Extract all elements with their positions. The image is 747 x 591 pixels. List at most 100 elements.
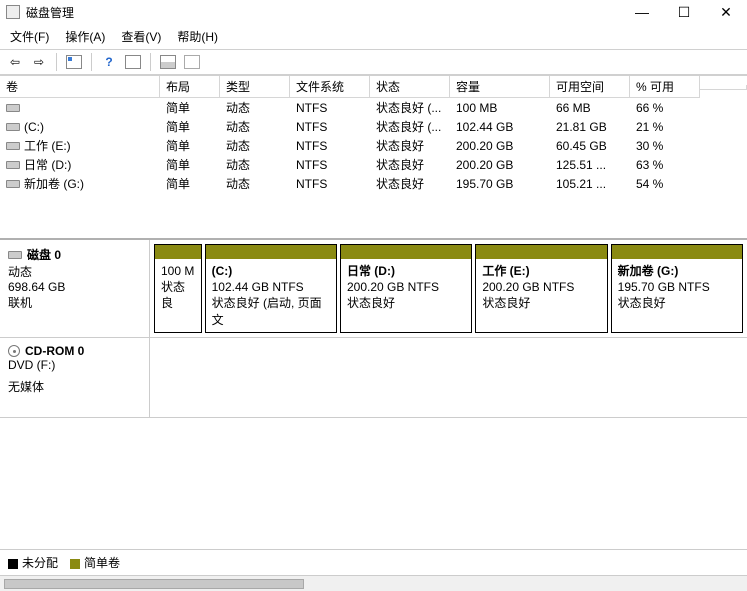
vol-status: 状态良好 (... — [370, 98, 450, 117]
vol-type: 动态 — [220, 117, 290, 136]
vol-name — [0, 103, 160, 113]
partition-line2: 状态良好 (启动, 页面文 — [212, 295, 330, 327]
legend-unalloc: 未分配 — [8, 554, 58, 571]
disk-0-block[interactable]: 磁盘 0 动态 698.64 GB 联机 100 M状态良(C:)102.44 … — [0, 240, 747, 338]
forward-icon[interactable]: ⇨ — [30, 53, 48, 71]
vol-pct: 63 % — [630, 157, 700, 173]
disk-icon — [6, 104, 20, 112]
toolbar-view2-icon[interactable] — [124, 53, 142, 71]
vol-free: 66 MB — [550, 100, 630, 116]
window-title: 磁盘管理 — [26, 4, 621, 21]
partition-body: 新加卷 (G:)195.70 GB NTFS状态良好 — [612, 259, 742, 316]
scrollbar-thumb[interactable] — [4, 579, 304, 589]
vol-type: 动态 — [220, 98, 290, 117]
cdrom-icon — [8, 345, 20, 357]
partition[interactable]: 日常 (D:)200.20 GB NTFS状态良好 — [340, 244, 472, 333]
vol-layout: 简单 — [160, 174, 220, 193]
partition-bar — [155, 245, 201, 259]
partition-body: (C:)102.44 GB NTFS状态良好 (启动, 页面文 — [206, 259, 336, 332]
col-capacity[interactable]: 容量 — [450, 76, 550, 98]
toolbar-props-icon[interactable] — [183, 53, 201, 71]
volume-body: 简单动态NTFS状态良好 (...100 MB66 MB66 %(C:)简单动态… — [0, 98, 747, 238]
partition-body: 工作 (E:)200.20 GB NTFS状态良好 — [476, 259, 606, 316]
toolbar-separator — [150, 53, 151, 71]
toolbar-view1-icon[interactable] — [65, 53, 83, 71]
toolbar: ⇦ ⇨ ? — [0, 49, 747, 75]
volume-table: 卷 布局 类型 文件系统 状态 容量 可用空间 % 可用 简单动态NTFS状态良… — [0, 75, 747, 238]
col-fs[interactable]: 文件系统 — [290, 76, 370, 98]
disk-0-size: 698.64 GB — [8, 280, 141, 294]
table-row[interactable]: 简单动态NTFS状态良好 (...100 MB66 MB66 % — [0, 98, 747, 117]
vol-status: 状态良好 — [370, 155, 450, 174]
vol-status: 状态良好 (... — [370, 117, 450, 136]
app-icon — [6, 5, 20, 19]
vol-pct: 66 % — [630, 100, 700, 116]
vol-type: 动态 — [220, 136, 290, 155]
col-volume[interactable]: 卷 — [0, 76, 160, 98]
vol-fs: NTFS — [290, 100, 370, 116]
cdrom-line1: DVD (F:) — [8, 358, 141, 372]
disk-icon — [8, 251, 22, 259]
volume-header-row: 卷 布局 类型 文件系统 状态 容量 可用空间 % 可用 — [0, 76, 747, 98]
menu-file[interactable]: 文件(F) — [6, 26, 53, 47]
legend-unalloc-swatch — [8, 559, 18, 569]
col-type[interactable]: 类型 — [220, 76, 290, 98]
partition-title: 工作 (E:) — [482, 263, 600, 279]
maximize-button[interactable]: ☐ — [663, 0, 705, 24]
minimize-button[interactable]: — — [621, 0, 663, 24]
disk-icon — [6, 142, 20, 150]
vol-type: 动态 — [220, 174, 290, 193]
cdrom-info: CD-ROM 0 DVD (F:) 无媒体 — [0, 338, 150, 417]
disk-0-online: 联机 — [8, 294, 141, 311]
vol-name: 工作 (E:) — [0, 136, 160, 155]
disk-icon — [6, 180, 20, 188]
menu-help[interactable]: 帮助(H) — [173, 26, 222, 47]
vol-free: 125.51 ... — [550, 157, 630, 173]
partition[interactable]: 工作 (E:)200.20 GB NTFS状态良好 — [475, 244, 607, 333]
col-layout[interactable]: 布局 — [160, 76, 220, 98]
table-row[interactable]: 新加卷 (G:)简单动态NTFS状态良好195.70 GB105.21 ...5… — [0, 174, 747, 193]
menu-view[interactable]: 查看(V) — [117, 26, 165, 47]
partition-line1: 200.20 GB NTFS — [482, 279, 600, 295]
table-row[interactable]: (C:)简单动态NTFS状态良好 (...102.44 GB21.81 GB21… — [0, 117, 747, 136]
vol-free: 21.81 GB — [550, 119, 630, 135]
partition-bar — [612, 245, 742, 259]
legend-simple: 简单卷 — [70, 554, 120, 571]
horizontal-scrollbar[interactable] — [0, 575, 747, 591]
toolbar-separator — [91, 53, 92, 71]
toolbar-list-icon[interactable] — [159, 53, 177, 71]
back-icon[interactable]: ⇦ — [6, 53, 24, 71]
partition-line2: 状态良好 — [618, 295, 736, 311]
vol-type: 动态 — [220, 155, 290, 174]
partition[interactable]: 新加卷 (G:)195.70 GB NTFS状态良好 — [611, 244, 743, 333]
table-row[interactable]: 日常 (D:)简单动态NTFS状态良好200.20 GB125.51 ...63… — [0, 155, 747, 174]
partition-title: 新加卷 (G:) — [618, 263, 736, 279]
partition[interactable]: 100 M状态良 — [154, 244, 202, 333]
col-free[interactable]: 可用空间 — [550, 76, 630, 98]
close-button[interactable]: ✕ — [705, 0, 747, 24]
vol-capacity: 195.70 GB — [450, 176, 550, 192]
titlebar: 磁盘管理 — ☐ ✕ — [0, 0, 747, 24]
partition-bar — [476, 245, 606, 259]
partition-bar — [206, 245, 336, 259]
table-row[interactable]: 工作 (E:)简单动态NTFS状态良好200.20 GB60.45 GB30 % — [0, 136, 747, 155]
col-status[interactable]: 状态 — [370, 76, 450, 98]
cdrom-block[interactable]: CD-ROM 0 DVD (F:) 无媒体 — [0, 338, 747, 418]
vol-free: 60.45 GB — [550, 138, 630, 154]
disk-icon — [6, 161, 20, 169]
vol-status: 状态良好 — [370, 136, 450, 155]
partition[interactable]: (C:)102.44 GB NTFS状态良好 (启动, 页面文 — [205, 244, 337, 333]
partition-line1: 200.20 GB NTFS — [347, 279, 465, 295]
cdrom-line2: 无媒体 — [8, 378, 141, 395]
vol-fs: NTFS — [290, 119, 370, 135]
vol-fs: NTFS — [290, 138, 370, 154]
legend: 未分配 简单卷 — [0, 549, 747, 575]
col-spacer — [700, 85, 747, 90]
disk-0-label: 磁盘 0 — [27, 246, 61, 263]
col-pct[interactable]: % 可用 — [630, 76, 700, 98]
partition-title: 日常 (D:) — [347, 263, 465, 279]
vol-pct: 54 % — [630, 176, 700, 192]
help-icon[interactable]: ? — [100, 53, 118, 71]
disk-0-dyn: 动态 — [8, 263, 141, 280]
menu-action[interactable]: 操作(A) — [61, 26, 109, 47]
